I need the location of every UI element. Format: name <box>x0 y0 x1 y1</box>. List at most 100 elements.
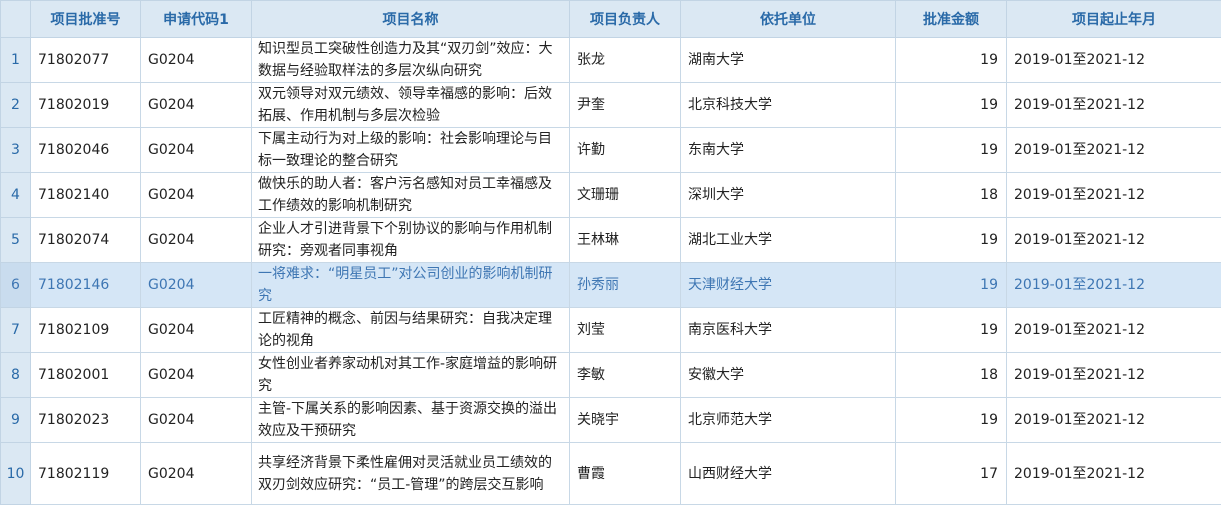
approved-amount-cell: 19 <box>895 217 1007 263</box>
approved-amount-cell: 19 <box>895 262 1007 308</box>
project-name-cell: 一将难求：“明星员工”对公司创业的影响机制研究 <box>251 262 570 308</box>
row-index: 2 <box>0 82 31 128</box>
project-period-cell: 2019-01至2021-12 <box>1006 172 1221 218</box>
project-table: 项目批准号 申请代码1 项目名称 项目负责人 依托单位 批准金额 项目起止年月 … <box>0 0 1221 505</box>
header-host-unit[interactable]: 依托单位 <box>680 0 896 38</box>
table-row[interactable]: 1 71802077 G0204 知识型员工突破性创造力及其“双刃剑”效应：大数据与经… <box>0 37 1221 83</box>
project-lead-cell: 尹奎 <box>569 82 681 128</box>
project-lead-cell: 李敏 <box>569 352 681 398</box>
table-row[interactable]: 3 71802046 G0204 下属主动行为对上级的影响：社会影响理论与目标一致理论… <box>0 127 1221 173</box>
row-index: 10 <box>0 442 31 505</box>
project-period-cell: 2019-01至2021-12 <box>1006 127 1221 173</box>
application-code-cell: G0204 <box>140 82 252 128</box>
host-unit-cell: 东南大学 <box>680 127 896 173</box>
approved-amount-cell: 19 <box>895 127 1007 173</box>
project-lead-cell: 王林琳 <box>569 217 681 263</box>
table-row[interactable]: 10 71802119 G0204 共享经济背景下柔性雇佣对灵活就业员工绩效的双刃剑效… <box>0 442 1221 505</box>
project-lead-cell: 张龙 <box>569 37 681 83</box>
host-unit-cell: 深圳大学 <box>680 172 896 218</box>
project-name-cell: 知识型员工突破性创造力及其“双刃剑”效应：大数据与经验取样法的多层次纵向研究 <box>251 37 570 83</box>
project-period-cell: 2019-01至2021-12 <box>1006 442 1221 505</box>
application-code-cell: G0204 <box>140 262 252 308</box>
header-index <box>0 0 31 38</box>
approved-amount-cell: 19 <box>895 37 1007 83</box>
project-name-cell: 共享经济背景下柔性雇佣对灵活就业员工绩效的双刃剑效应研究：“员工-管理”的跨层交… <box>251 442 570 505</box>
table-row[interactable]: 5 71802074 G0204 企业人才引进背景下个别协议的影响与作用机制研究：旁观… <box>0 217 1221 263</box>
project-name-cell: 下属主动行为对上级的影响：社会影响理论与目标一致理论的整合研究 <box>251 127 570 173</box>
approval-no-cell: 71802023 <box>30 397 141 443</box>
row-index: 6 <box>0 262 31 308</box>
application-code-cell: G0204 <box>140 352 252 398</box>
row-index: 9 <box>0 397 31 443</box>
project-name-cell: 企业人才引进背景下个别协议的影响与作用机制研究：旁观者同事视角 <box>251 217 570 263</box>
row-index: 3 <box>0 127 31 173</box>
table-row[interactable]: 6 71802146 G0204 一将难求：“明星员工”对公司创业的影响机制研究 孙秀丽… <box>0 262 1221 308</box>
project-lead-cell: 孙秀丽 <box>569 262 681 308</box>
project-name-cell: 双元领导对双元绩效、领导幸福感的影响：后效拓展、作用机制与多层次检验 <box>251 82 570 128</box>
table-row[interactable]: 2 71802019 G0204 双元领导对双元绩效、领导幸福感的影响：后效拓展、作用… <box>0 82 1221 128</box>
table-row[interactable]: 4 71802140 G0204 做快乐的助人者：客户污名感知对员工幸福感及工作绩效的… <box>0 172 1221 218</box>
host-unit-cell: 天津财经大学 <box>680 262 896 308</box>
header-project-lead[interactable]: 项目负责人 <box>569 0 681 38</box>
approval-no-cell: 71802019 <box>30 82 141 128</box>
project-lead-cell: 文珊珊 <box>569 172 681 218</box>
header-application-code[interactable]: 申请代码1 <box>140 0 252 38</box>
project-period-cell: 2019-01至2021-12 <box>1006 82 1221 128</box>
approval-no-cell: 71802140 <box>30 172 141 218</box>
project-name-cell: 做快乐的助人者：客户污名感知对员工幸福感及工作绩效的影响机制研究 <box>251 172 570 218</box>
project-name-cell: 女性创业者养家动机对其工作-家庭增益的影响研究 <box>251 352 570 398</box>
approval-no-cell: 71802001 <box>30 352 141 398</box>
row-index: 5 <box>0 217 31 263</box>
header-approval-no[interactable]: 项目批准号 <box>30 0 141 38</box>
application-code-cell: G0204 <box>140 442 252 505</box>
application-code-cell: G0204 <box>140 217 252 263</box>
project-period-cell: 2019-01至2021-12 <box>1006 307 1221 353</box>
application-code-cell: G0204 <box>140 397 252 443</box>
project-period-cell: 2019-01至2021-12 <box>1006 37 1221 83</box>
approved-amount-cell: 18 <box>895 352 1007 398</box>
header-project-name[interactable]: 项目名称 <box>251 0 570 38</box>
approved-amount-cell: 19 <box>895 397 1007 443</box>
application-code-cell: G0204 <box>140 37 252 83</box>
host-unit-cell: 安徽大学 <box>680 352 896 398</box>
table-row[interactable]: 7 71802109 G0204 工匠精神的概念、前因与结果研究：自我决定理论的视角刘… <box>0 307 1221 353</box>
project-period-cell: 2019-01至2021-12 <box>1006 217 1221 263</box>
row-index: 1 <box>0 37 31 83</box>
approved-amount-cell: 19 <box>895 82 1007 128</box>
table-header-row: 项目批准号 申请代码1 项目名称 项目负责人 依托单位 批准金额 项目起止年月 <box>0 0 1221 38</box>
project-name-cell: 主管-下属关系的影响因素、基于资源交换的溢出效应及干预研究 <box>251 397 570 443</box>
host-unit-cell: 湖南大学 <box>680 37 896 83</box>
approval-no-cell: 71802119 <box>30 442 141 505</box>
host-unit-cell: 北京师范大学 <box>680 397 896 443</box>
project-lead-cell: 关晓宇 <box>569 397 681 443</box>
approved-amount-cell: 18 <box>895 172 1007 218</box>
host-unit-cell: 湖北工业大学 <box>680 217 896 263</box>
application-code-cell: G0204 <box>140 172 252 218</box>
row-index: 8 <box>0 352 31 398</box>
project-lead-cell: 曹霞 <box>569 442 681 505</box>
row-index: 4 <box>0 172 31 218</box>
approval-no-cell: 71802046 <box>30 127 141 173</box>
approval-no-cell: 71802077 <box>30 37 141 83</box>
host-unit-cell: 山西财经大学 <box>680 442 896 505</box>
approved-amount-cell: 17 <box>895 442 1007 505</box>
approved-amount-cell: 19 <box>895 307 1007 353</box>
table-row[interactable]: 8 71802001 G0204 女性创业者养家动机对其工作-家庭增益的影响研究 李敏安… <box>0 352 1221 398</box>
approval-no-cell: 71802109 <box>30 307 141 353</box>
project-lead-cell: 许勤 <box>569 127 681 173</box>
project-period-cell: 2019-01至2021-12 <box>1006 262 1221 308</box>
application-code-cell: G0204 <box>140 127 252 173</box>
project-name-cell: 工匠精神的概念、前因与结果研究：自我决定理论的视角 <box>251 307 570 353</box>
application-code-cell: G0204 <box>140 307 252 353</box>
row-index: 7 <box>0 307 31 353</box>
approval-no-cell: 71802074 <box>30 217 141 263</box>
table-row[interactable]: 9 71802023 G0204 主管-下属关系的影响因素、基于资源交换的溢出效应及干… <box>0 397 1221 443</box>
project-lead-cell: 刘莹 <box>569 307 681 353</box>
project-period-cell: 2019-01至2021-12 <box>1006 397 1221 443</box>
project-period-cell: 2019-01至2021-12 <box>1006 352 1221 398</box>
host-unit-cell: 北京科技大学 <box>680 82 896 128</box>
header-approved-amount[interactable]: 批准金额 <box>895 0 1007 38</box>
header-project-period[interactable]: 项目起止年月 <box>1006 0 1221 38</box>
approval-no-cell: 71802146 <box>30 262 141 308</box>
host-unit-cell: 南京医科大学 <box>680 307 896 353</box>
